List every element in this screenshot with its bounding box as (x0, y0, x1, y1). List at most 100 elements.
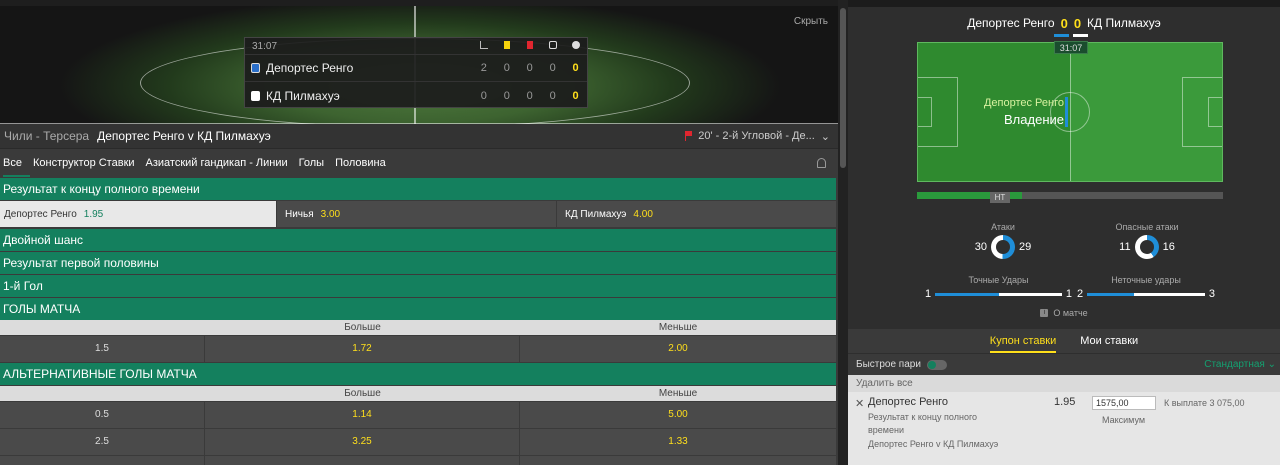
tracker-home-name: Депортес Ренго (967, 16, 1055, 30)
odds-under[interactable]: 5.00 (520, 402, 836, 428)
about-match-label: О матче (1053, 308, 1088, 318)
event-status-text: 20' - 2-й Угловой - Де... (698, 130, 815, 142)
on-target-away: 1 (1065, 288, 1072, 300)
market-first-goal-header[interactable]: 1-й Гол (0, 275, 836, 297)
table-row: 2.5 3.25 1.33 (0, 429, 836, 455)
home-corners: 2 (480, 62, 487, 74)
home-yellow: 0 (503, 62, 510, 74)
ball-icon (564, 40, 587, 52)
away-corners: 0 (480, 89, 487, 102)
selection-market: Результат к концу полного времени (868, 412, 978, 435)
goal-line: 2.5 (0, 429, 205, 455)
quick-bet-bar: Быстрое пари Стандартная ⌄ (848, 353, 1280, 375)
corner-flag-icon (685, 131, 693, 141)
match-goals-columns: Больше Меньше (0, 320, 836, 335)
event-status-dropdown[interactable]: 20' - 2-й Угловой - Де... ⌄ (685, 130, 830, 143)
odds-away[interactable]: КД Пилмахуэ 4.00 (557, 201, 836, 227)
off-target-away: 3 (1208, 288, 1215, 300)
on-target-bar (935, 292, 1062, 296)
tracker-home-score: 0 (1060, 15, 1068, 31)
on-target-label: Точные Удары (968, 275, 1029, 285)
main-scrollbar[interactable] (838, 0, 848, 465)
scrollbar-thumb[interactable] (840, 8, 846, 168)
scoreboard: 31:07 Депортес Ренго 2 0 0 0 0 КД Пилмах… (244, 37, 588, 108)
substitution-icon (541, 40, 564, 52)
remove-all-link[interactable]: Удалить все (848, 375, 1280, 392)
odds-under[interactable]: 1.33 (520, 429, 836, 455)
tab-goals[interactable]: Голы (299, 150, 332, 177)
bar-away-share (998, 292, 1062, 296)
goal-line: 1.5 (0, 336, 205, 362)
away-goals: 0 (572, 89, 579, 102)
column-under: Меньше (658, 322, 698, 333)
market-first-half-header[interactable]: Результат первой половины (0, 252, 836, 274)
bet-slip-tabs: Купон ставки Мои ставки (848, 329, 1280, 353)
possession-label: Владение (1004, 112, 1064, 127)
table-row: 0.5 1.14 5.00 (0, 402, 836, 428)
on-target-home: 1 (925, 288, 932, 300)
tab-bet-builder[interactable]: Конструктор Ставки (33, 150, 143, 177)
hide-video-link[interactable]: Скрыть (794, 16, 828, 27)
stake-input[interactable] (1092, 396, 1156, 410)
away-kit-icon (251, 90, 260, 101)
bet-mode-dropdown[interactable]: Стандартная ⌄ (1204, 359, 1276, 370)
match-hero-banner: Скрыть 31:07 Депортес Ренго 2 0 0 0 0 КД… (0, 6, 838, 124)
max-stake-link[interactable]: Максимум (1102, 415, 1145, 425)
market-alt-goals-header[interactable]: АЛЬТЕРНАТИВНЫЕ ГОЛЫ МАТЧА (0, 363, 836, 385)
tab-asian-handicap[interactable]: Азиатский гандикап - Линии (146, 150, 296, 177)
yellow-card-icon (495, 40, 518, 52)
column-over: Больше (344, 388, 381, 399)
attacks-home: 30 (974, 241, 987, 253)
odds-over[interactable]: 1.72 (205, 336, 520, 362)
app-root: Скрыть 31:07 Депортес Ренго 2 0 0 0 0 КД… (0, 0, 1280, 465)
market-fulltime-header[interactable]: Результат к концу полного времени (0, 178, 836, 200)
tab-bet-slip[interactable]: Купон ставки (989, 329, 1057, 353)
odds-home[interactable]: Депортес Ренго 1.95 (0, 201, 277, 227)
close-icon[interactable]: ✕ (855, 397, 864, 410)
event-header: Чили - Терсера Депортес Ренго v КД Пилма… (0, 124, 838, 149)
payout-text: К выплате 3 075,00 (1164, 398, 1245, 408)
on-target-stat: Точные Удары 1 1 (925, 275, 1072, 300)
league-breadcrumb[interactable]: Чили - Терсера (0, 129, 89, 143)
sidebar-panel: Депортес Ренго 0 0 КД Пилмахуэ Депортес … (848, 0, 1280, 465)
home-red: 0 (526, 62, 533, 74)
attacks-donut (991, 235, 1015, 259)
match-tracker-pitch: Депортес Ренго Владение (917, 42, 1223, 182)
tracker-away-name: КД Пилмахуэ (1087, 16, 1161, 30)
away-team-name: КД Пилмахуэ (266, 88, 340, 103)
odds-over[interactable]: 3.25 (205, 429, 520, 455)
dangerous-attacks-stat: Опасные атаки 11 16 (1077, 222, 1217, 266)
odds-over[interactable]: 1.14 (205, 402, 520, 428)
match-clock: 31:07 (252, 40, 278, 52)
bell-icon[interactable] (817, 158, 826, 168)
attacks-away: 29 (1019, 241, 1032, 253)
home-subs: 0 (549, 62, 556, 74)
tab-all[interactable]: Все (3, 150, 30, 177)
home-goals: 0 (572, 62, 579, 74)
about-match-link[interactable]: i О матче (848, 308, 1280, 318)
market-double-chance-header[interactable]: Двойной шанс (0, 229, 836, 251)
quick-bet-toggle[interactable] (926, 359, 947, 370)
odds-under[interactable]: 2.00 (520, 336, 836, 362)
dangerous-away: 16 (1162, 241, 1175, 253)
tracker-score-line: Депортес Ренго 0 0 КД Пилмахуэ (848, 14, 1280, 32)
chevron-down-icon: ⌄ (820, 130, 830, 143)
possession-marker (1065, 97, 1068, 127)
team-color-bars (1054, 34, 1088, 37)
market-match-goals-header[interactable]: ГОЛЫ МАТЧА (0, 298, 836, 320)
market-tabs: Все Конструктор Ставки Азиатский гандика… (0, 150, 838, 177)
halftime-marker: HT (990, 192, 1010, 203)
tab-half[interactable]: Половина (335, 150, 394, 177)
odds-draw[interactable]: Ничья 3.00 (277, 201, 557, 227)
sidebar-top-strip (848, 0, 1280, 7)
tab-my-bets[interactable]: Мои ставки (1080, 329, 1138, 353)
off-target-stat: Неточные удары 2 3 (1077, 275, 1215, 300)
bet-selection: ✕ Депортес Ренго 1.95 Результат к концу … (848, 392, 1280, 465)
possession-team: Депортес Ренго (983, 97, 1064, 109)
table-row: 1.5 1.72 2.00 (0, 336, 836, 362)
event-title: Депортес Ренго v КД Пилмахуэ (97, 129, 271, 143)
scoreboard-row-home: Депортес Ренго 2 0 0 0 0 (245, 55, 587, 82)
bar-home-share (1087, 292, 1135, 296)
left-goal-box (918, 97, 932, 127)
goal-line: 0.5 (0, 402, 205, 428)
